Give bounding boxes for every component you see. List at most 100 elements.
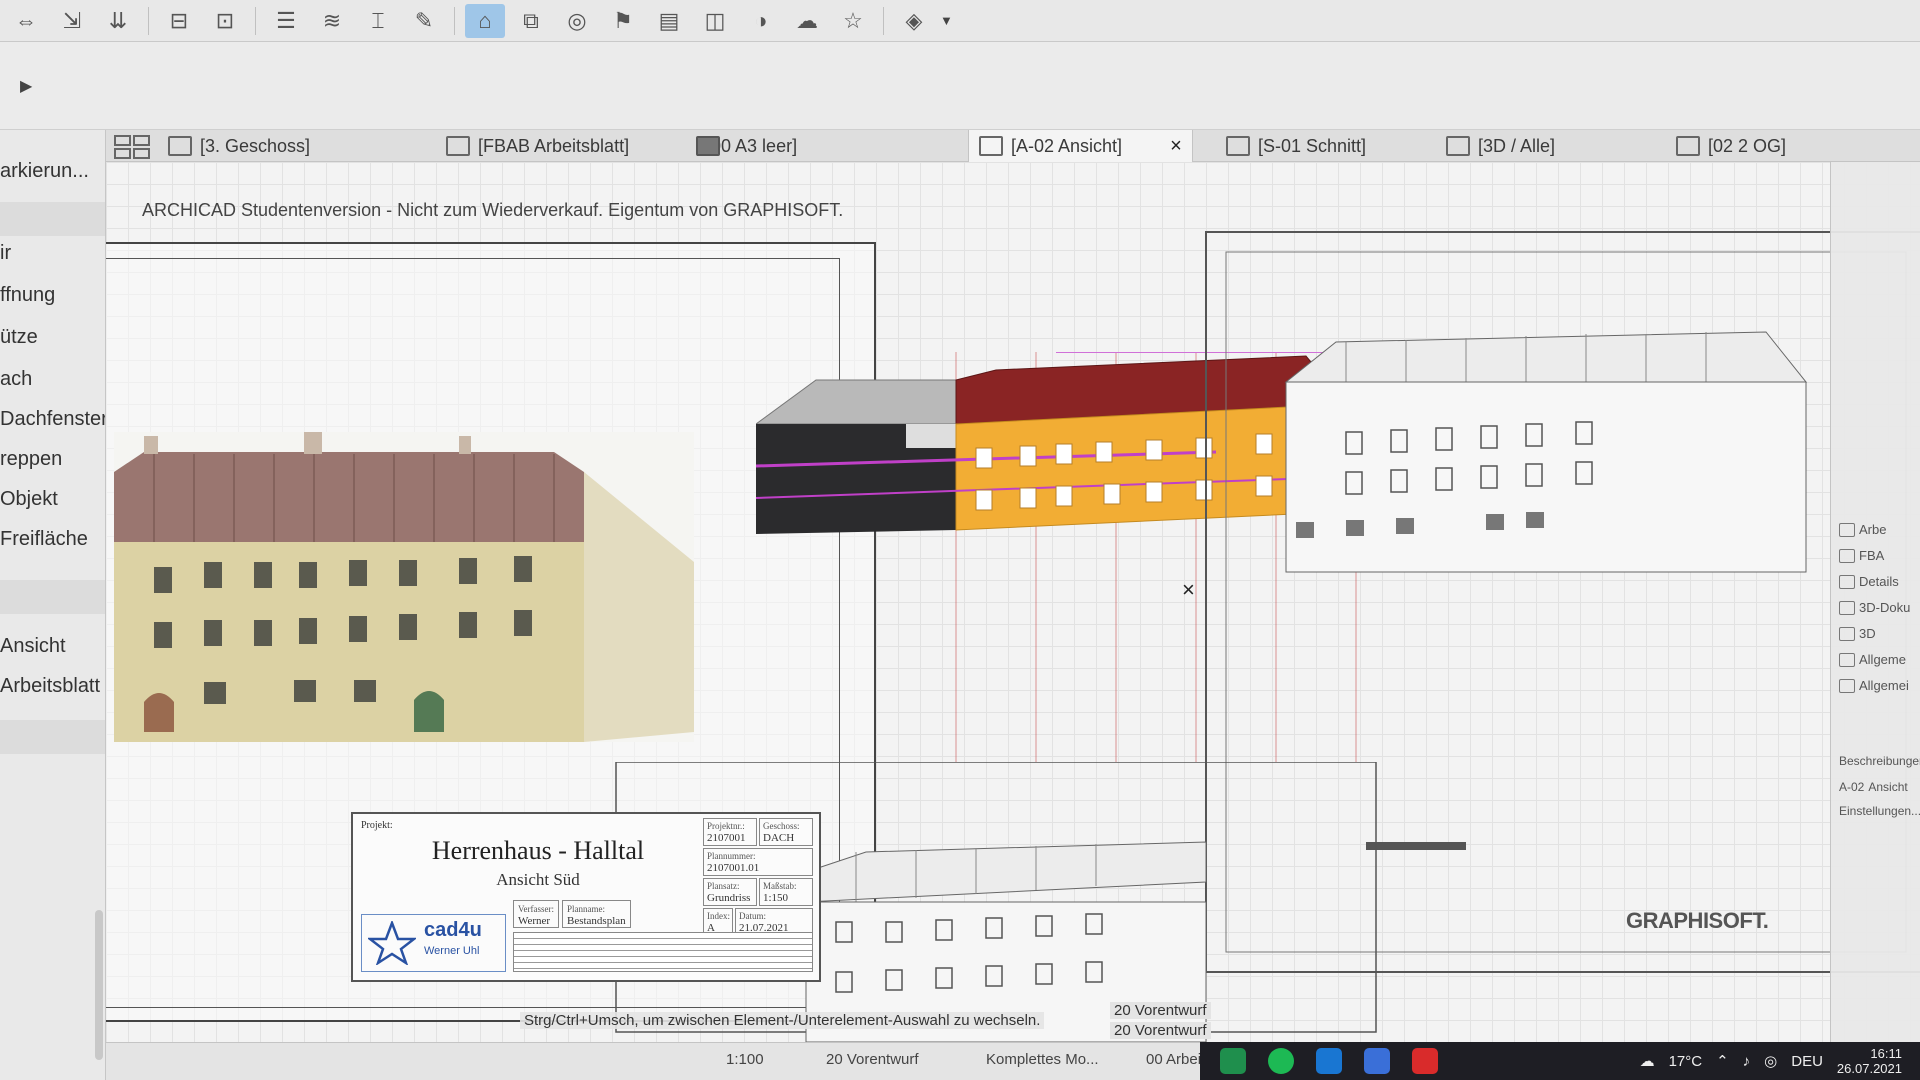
tab-label: [S-01 Schnitt] [1258,135,1367,156]
adjust-icon[interactable]: ⇊ [98,4,138,38]
tab-3-geschoss[interactable]: [3. Geschoss] [158,130,320,162]
shield-app-icon[interactable] [1316,1048,1342,1074]
tool-item-oeffnung[interactable]: ffnung [0,284,55,307]
building-photo [114,432,694,742]
input-language[interactable]: DEU [1791,1053,1823,1070]
nav-item-fbab[interactable]: FBA [1839,548,1884,563]
cell-label: Index: [707,911,730,921]
elevation-view-icon[interactable]: ⌂ [465,3,505,38]
hatch-icon[interactable]: ≋ [312,4,352,38]
nav-item-allgemein-2[interactable]: Allgemei [1839,678,1909,693]
scale-cell: Maßstab: 1:150 [759,878,813,906]
project-number-cell: Projektnr.: 2107001 [703,818,757,846]
tool-item[interactable]: ir [0,242,11,265]
tool-item-objekt[interactable]: Objekt [0,488,58,511]
cell-label: Maßstab: [763,881,797,891]
tab-fbab-arbeitsblatt[interactable]: [FBAB Arbeitsblatt] [436,130,639,162]
tool-item-freiflaeche[interactable]: Freifläche [0,528,88,551]
tool-item-ansicht[interactable]: Ansicht [0,635,66,658]
drawing-icon[interactable]: ◫ [695,4,735,38]
excel-app-icon[interactable] [1220,1048,1246,1074]
tool-item-arbeitsblatt[interactable]: Arbeitsblatt [0,675,100,698]
current-view-row[interactable]: A-02 Ansicht [1839,780,1908,794]
trim-icon[interactable]: ⊡ [205,4,245,38]
tab-02-2-og[interactable]: [02 2 OG] [1666,130,1796,162]
nav-label: Allgemei [1859,678,1909,693]
nav-item-arbeitsblatt[interactable]: Arbe [1839,522,1886,537]
column-icon[interactable]: ⌶ [358,4,398,38]
cell-label: Datum: [739,911,766,921]
tab-overview-grid-icon[interactable] [114,135,150,159]
globe-icon[interactable]: ◎ [1764,1052,1777,1070]
folder-icon [1839,522,1855,537]
floor-plan-icon [168,136,192,156]
mirror-icon[interactable]: ⇔ [6,4,46,38]
view-tab-bar: [3. Geschoss] [FBAB Arbeitsblatt] [100 A… [106,130,1920,162]
renovation-filter[interactable]: 20 Vorentwurf [1110,1022,1211,1039]
nav-item-3d[interactable]: 3D [1839,626,1876,641]
cell-label: Plannummer: [707,851,756,861]
cell-label: Plansatz: [707,881,740,891]
weather-icon[interactable]: ☁ [1640,1052,1655,1070]
main-toolbar: ⇔ ⇲ ⇊ ⊟ ⊡ ☰ ≋ ⌶ ✎ ⌂ ⧉ ◎ ⚑ ▤ ◫ ◑ ☁ ☆ ◈ ▼ [0,0,1920,42]
drawing-canvas[interactable]: ARCHICAD Studentenversion - Nicht zum Wi… [106,162,1920,1042]
tool-item-markierung[interactable]: arkierun... [0,160,89,183]
nav-item-allgemein[interactable]: Allgeme [1839,652,1906,667]
flag-icon[interactable]: ⚑ [603,4,643,38]
plan-name-value: Bestandsplan [566,915,626,927]
close-icon[interactable]: × [1170,135,1182,158]
layer-combo-selector[interactable]: 20 Vorentwurf [826,1051,919,1068]
descriptions-section[interactable]: Beschreibungen [1839,754,1920,768]
expand-arrow-icon[interactable]: ▶ [20,76,32,96]
tool-item-dachfenster[interactable]: Dachfenster [0,408,105,431]
plan-name-cell: Planname: Bestandsplan [561,900,631,928]
graphisoft-logo: GRAPHISOFT. [1626,908,1769,933]
3d-document-icon [1839,600,1855,615]
plan-number: 2107001.01 [707,862,760,874]
tab-100-a3-leer[interactable]: [100 A3 leer] [686,130,807,162]
cad4u-logo: cad4u Werner Uhl [361,914,506,972]
tab-s-01-schnitt[interactable]: [S-01 Schnitt] [1216,130,1376,162]
plan-number-cell: Plannummer: 2107001.01 [703,848,813,876]
settings-link[interactable]: Einstellungen... [1839,804,1920,818]
tab-a-02-ansicht[interactable]: [A-02 Ansicht] × [968,130,1193,162]
archicad-app-icon[interactable] [1364,1048,1390,1074]
worksheet-icon[interactable]: ◑ [741,4,781,38]
tab-3d-alle[interactable]: [3D / Alle] [1436,130,1565,162]
layer-stack-icon[interactable]: ☰ [266,4,306,38]
tool-item-treppen[interactable]: reppen [0,448,62,471]
stretch-icon[interactable]: ⇲ [52,4,92,38]
3d-view-icon[interactable]: ◈ [894,4,934,38]
toolbox-scrollbar[interactable] [95,910,103,1060]
ruler-icon[interactable]: ✎ [404,4,444,38]
section-icon[interactable]: ⧉ [511,4,551,38]
nav-item-details[interactable]: Details [1839,574,1899,589]
speaker-icon[interactable]: ♪ [1743,1053,1751,1070]
cloud-icon[interactable]: ☁ [787,4,827,38]
detail-icon[interactable]: ◎ [557,4,597,38]
pen-set[interactable]: 20 Vorentwurf [1110,1002,1211,1019]
floor-value: DACH [763,832,795,844]
layout-icon[interactable]: ▤ [649,4,689,38]
info-box-bar: ▶ [0,42,1920,130]
model-view-selector[interactable]: Komplettes Mo... [986,1051,1099,1068]
worksheet-icon [1839,548,1855,563]
taskbar-clock[interactable]: 16:11 26.07.2021 [1837,1046,1902,1076]
view-subtitle: Ansicht Süd [496,870,580,889]
favorites-star-icon[interactable]: ☆ [833,4,873,38]
weather-temp[interactable]: 17°C [1669,1053,1703,1070]
chevron-up-icon[interactable]: ⌃ [1716,1052,1729,1070]
spotify-app-icon[interactable] [1268,1048,1294,1074]
tool-item-stuetze[interactable]: ütze [0,326,38,349]
plan-type-cell: Plansatz: Grundriss [703,878,757,906]
acrobat-app-icon[interactable] [1412,1048,1438,1074]
tool-item-dach[interactable]: ach [0,368,32,391]
scale-selector[interactable]: 1:100 [726,1051,764,1068]
split-icon[interactable]: ⊟ [159,4,199,38]
toolbar-divider [255,6,256,35]
chevron-down-icon[interactable]: ▼ [940,13,953,28]
floor-plan-icon [1676,136,1700,156]
settings-label: Einstellungen... [1839,804,1920,818]
toolbox-section-divider [0,580,105,614]
nav-item-3d-doku[interactable]: 3D-Doku [1839,600,1910,615]
